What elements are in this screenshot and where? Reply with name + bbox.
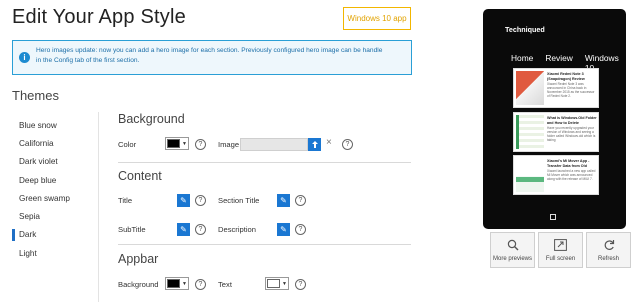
theme-item-dark[interactable]: Dark — [12, 226, 97, 244]
appbar-background-swatch — [167, 279, 181, 288]
description-label: Description — [218, 225, 256, 234]
page-title: Edit Your App Style — [12, 6, 186, 28]
appbar-text-swatch — [267, 279, 281, 288]
content-heading: Content — [118, 169, 162, 183]
info-icon: i — [19, 52, 30, 63]
help-icon[interactable]: ? — [195, 195, 206, 206]
preview-card-title: Xiaomi Redmi Note 3 (Snapdragon) Review — [547, 72, 585, 81]
article-thumbnail — [516, 115, 544, 149]
upload-icon — [311, 140, 318, 148]
theme-item-sepia[interactable]: Sepia — [12, 207, 97, 225]
refresh-button[interactable]: Refresh — [586, 232, 631, 268]
section-divider — [118, 162, 411, 163]
windows10-app-button[interactable]: Windows 10 app — [343, 7, 411, 30]
preview-card-text: Have you recently upgraded your version … — [547, 126, 596, 142]
theme-item-light[interactable]: Light — [12, 244, 97, 262]
help-icon[interactable]: ? — [195, 139, 206, 150]
full-screen-button[interactable]: Full screen — [538, 232, 583, 268]
preview-card: Xiaomi Redmi Note 3 (Snapdragon) Review … — [513, 68, 599, 108]
appbar-text-label: Text — [218, 280, 232, 289]
help-icon[interactable]: ? — [195, 224, 206, 235]
appbar-text-color-picker[interactable]: ▼ — [265, 277, 289, 290]
color-label: Color — [118, 140, 137, 149]
more-previews-label: More previews — [492, 255, 532, 262]
preview-card-text: Xiaomi Redmi Note 3 was announced in Chi… — [547, 82, 595, 98]
help-icon[interactable]: ? — [295, 195, 306, 206]
windows-home-icon — [550, 214, 556, 220]
fullscreen-icon — [554, 239, 567, 252]
appbar-heading: Appbar — [118, 252, 159, 266]
info-text: Hero images update: now you can add a he… — [36, 46, 382, 66]
theme-item-california[interactable]: California — [12, 134, 97, 152]
edit-subtitle-button[interactable]: ✎ — [177, 223, 190, 236]
refresh-icon — [603, 239, 615, 252]
chevron-down-icon: ▼ — [182, 140, 187, 147]
edit-description-button[interactable]: ✎ — [277, 223, 290, 236]
image-label: Image — [218, 140, 240, 149]
info-line-1: Hero images update: now you can add a he… — [36, 47, 383, 54]
help-icon[interactable]: ? — [295, 224, 306, 235]
preview-card: Xiaomi's Mi Mover App - Transfer Data fr… — [513, 155, 599, 195]
section-title-label: Section Title — [218, 196, 260, 205]
appbar-background-label: Background — [118, 280, 159, 289]
chevron-down-icon: ▼ — [282, 280, 287, 287]
themes-divider — [98, 112, 99, 302]
preview-card-title: What is Windows.Old Folder and How to De… — [547, 116, 597, 125]
theme-item-dark-violet[interactable]: Dark violet — [12, 153, 97, 171]
phone-preview: Techniqued Home Review Windows 10 Xiaomi… — [483, 9, 626, 229]
theme-item-green-swamp[interactable]: Green swamp — [12, 189, 97, 207]
info-banner: i Hero images update: now you can add a … — [12, 40, 412, 75]
background-color-swatch — [167, 139, 181, 148]
appbar-background-color-picker[interactable]: ▼ — [165, 277, 189, 290]
refresh-label: Refresh — [597, 255, 619, 262]
theme-list: Blue snow California Dark violet Deep bl… — [12, 116, 97, 262]
edit-section-title-button[interactable]: ✎ — [277, 194, 290, 207]
help-icon[interactable]: ? — [295, 279, 306, 290]
themes-heading: Themes — [12, 88, 59, 103]
more-previews-button[interactable]: More previews — [490, 232, 535, 268]
help-icon[interactable]: ? — [342, 139, 353, 150]
preview-card: What is Windows.Old Folder and How to De… — [513, 112, 599, 152]
theme-item-deep-blue[interactable]: Deep blue — [12, 171, 97, 189]
article-thumbnail — [516, 158, 544, 192]
theme-item-blue-snow[interactable]: Blue snow — [12, 116, 97, 134]
help-icon[interactable]: ? — [195, 279, 206, 290]
background-heading: Background — [118, 112, 185, 126]
title-label: Title — [118, 196, 133, 205]
section-divider — [118, 244, 411, 245]
chevron-down-icon: ▼ — [182, 280, 187, 287]
article-thumbnail — [516, 71, 544, 105]
upload-button[interactable] — [308, 138, 321, 151]
background-color-picker[interactable]: ▼ — [165, 137, 189, 150]
preview-brand: Techniqued — [505, 25, 545, 34]
subtitle-label: SubTitle — [118, 225, 146, 234]
image-input[interactable] — [240, 138, 308, 151]
edit-title-button[interactable]: ✎ — [177, 194, 190, 207]
clear-image-button[interactable]: × — [326, 137, 332, 148]
info-line-2: in the Config tab of the first section. — [36, 57, 140, 64]
full-screen-label: Full screen — [545, 255, 576, 262]
magnifier-icon — [507, 239, 519, 252]
preview-card-text: Xiaomi launched a new app called Mi Move… — [547, 169, 596, 181]
preview-card-title: Xiaomi's Mi Mover App - Transfer Data fr… — [547, 159, 590, 168]
